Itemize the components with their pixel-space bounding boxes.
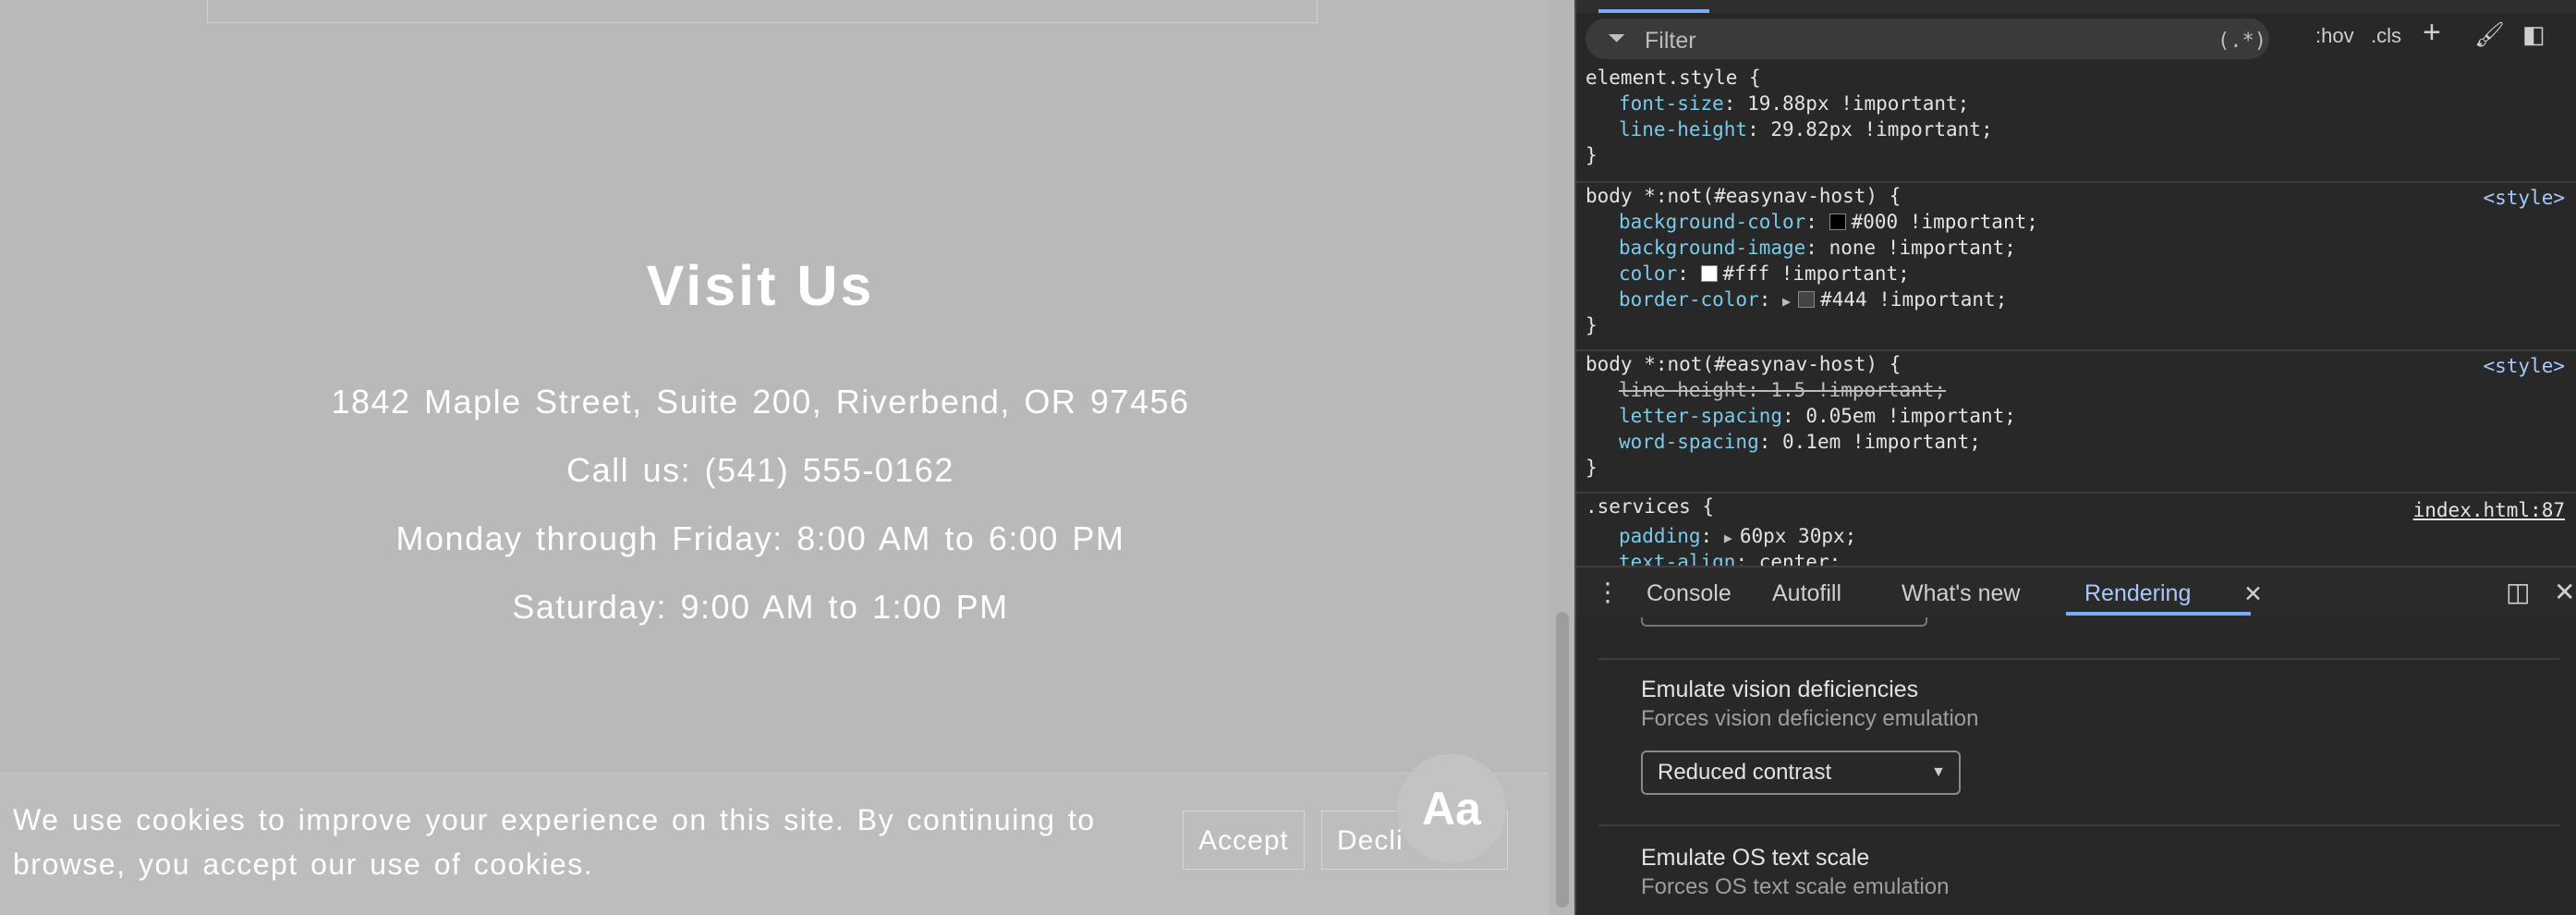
text-size-widget-button[interactable]: Aa	[1397, 754, 1506, 863]
rule-selector[interactable]: body *:not(#easynav-host) {	[1586, 353, 1901, 375]
property-value: 19.88px !important;	[1747, 92, 1970, 115]
property-name: color	[1619, 262, 1678, 285]
filter-icon: ⏷	[1608, 26, 1626, 51]
close-icon[interactable]: ✕	[2243, 580, 2263, 608]
divider	[1598, 658, 2559, 660]
property-name: letter-spacing	[1619, 405, 1783, 427]
divider	[1598, 824, 2559, 826]
declaration[interactable]: background-color: #000 !important;	[1619, 211, 2038, 233]
property-value: 0.1em !important;	[1782, 431, 1981, 453]
cookie-banner: We use cookies to improve your experienc…	[0, 773, 1549, 915]
weekday-hours-text: Monday through Friday: 8:00 AM to 6:00 P…	[395, 519, 1125, 557]
class-toggle[interactable]: .cls	[2371, 24, 2401, 48]
rule-selector[interactable]: body *:not(#easynav-host) {	[1586, 185, 1901, 207]
kebab-menu-icon[interactable]: ⋮	[1595, 577, 1621, 607]
rule-close-brace: }	[1586, 314, 1598, 336]
property-value: #444 !important;	[1820, 288, 2008, 311]
selected-value: Reduced contrast	[1658, 760, 1832, 785]
style-rule: .services { index.html:87 padding: ▶ 60px…	[1576, 494, 2576, 566]
property-name: background-color	[1619, 211, 1806, 233]
overridden-declaration[interactable]: line-height: 1.5 !important;	[1619, 379, 1946, 401]
rule-source-link[interactable]: <style>	[2483, 187, 2565, 209]
declaration[interactable]: text-align: center;	[1619, 551, 1841, 566]
visit-us-heading: Visit Us	[646, 254, 875, 317]
styles-filter-bar[interactable]: ⏷ Filter (.*)	[1586, 18, 2269, 59]
property-value: 1.5 !important;	[1770, 379, 1947, 401]
tab-autofill[interactable]: Autofill	[1772, 580, 1841, 607]
phone-text: Call us: (541) 555-0162	[566, 451, 954, 489]
active-tab-indicator	[2066, 612, 2251, 616]
property-name: line-height	[1619, 118, 1748, 140]
hover-state-toggle[interactable]: :hov	[2315, 24, 2354, 48]
devtools-panel: ⏷ Filter (.*) :hov .cls + 🖌 ◧ element.st…	[1574, 0, 2576, 915]
drawer-tab-bar: ⋮ Console Autofill What's new Rendering …	[1576, 566, 2576, 619]
property-value: 0.05em !important;	[1805, 405, 2016, 427]
address-text: 1842 Maple Street, Suite 200, Riverbend,…	[331, 383, 1190, 421]
tab-whats-new[interactable]: What's new	[1902, 580, 2020, 607]
style-rule: element.style { font-size: 19.88px !impo…	[1576, 63, 2576, 183]
paint-brush-icon[interactable]: 🖌	[2474, 20, 2505, 49]
color-swatch[interactable]	[1700, 265, 1718, 282]
page-scrollbar[interactable]	[1549, 0, 1574, 915]
declaration[interactable]: background-image: none !important;	[1619, 237, 2016, 259]
property-value: 29.82px !important;	[1770, 118, 1993, 140]
styles-tab-strip	[1576, 0, 2576, 13]
rule-close-brace: }	[1586, 144, 1598, 166]
accept-cookies-button[interactable]: Accept	[1183, 811, 1305, 870]
tab-console[interactable]: Console	[1646, 580, 1732, 607]
expand-triangle-icon[interactable]: ▶	[1724, 530, 1732, 546]
tab-rendering[interactable]: Rendering	[2084, 580, 2191, 607]
styles-filter-input[interactable]: Filter	[1645, 28, 1696, 55]
text-scale-description: Forces OS text scale emulation	[1641, 874, 1950, 899]
vision-deficiency-description: Forces vision deficiency emulation	[1641, 706, 1979, 731]
vision-deficiency-select[interactable]: Reduced contrast ▼	[1641, 750, 1961, 795]
active-tab-indicator	[1598, 9, 1709, 13]
rule-source-link[interactable]: <style>	[2483, 355, 2565, 377]
property-name: font-size	[1619, 92, 1724, 115]
content-card-edge	[207, 0, 1318, 23]
rule-selector[interactable]: .services {	[1586, 495, 1714, 518]
rule-close-brace: }	[1586, 457, 1598, 479]
dock-side-icon[interactable]: ◫	[2506, 577, 2530, 607]
property-value: center;	[1758, 551, 1841, 566]
property-value: 60px 30px;	[1739, 525, 1857, 547]
saturday-hours-text: Saturday: 9:00 AM to 1:00 PM	[512, 588, 1009, 626]
color-swatch[interactable]	[1798, 291, 1816, 308]
sidebar-toggle-icon[interactable]: ◧	[2522, 20, 2546, 49]
declaration[interactable]: letter-spacing: 0.05em !important;	[1619, 405, 2016, 427]
rendering-panel: Emulate vision deficiencies Forces visio…	[1576, 617, 2576, 915]
text-scale-title: Emulate OS text scale	[1641, 845, 1870, 871]
rule-selector[interactable]: element.style {	[1586, 67, 1761, 89]
rule-source-link[interactable]: index.html:87	[2413, 499, 2565, 521]
style-rule: body *:not(#easynav-host) { <style> back…	[1576, 183, 2576, 351]
color-swatch[interactable]	[1829, 214, 1846, 230]
property-name: word-spacing	[1619, 431, 1759, 453]
declaration[interactable]: word-spacing: 0.1em !important;	[1619, 431, 1981, 453]
style-rule: body *:not(#easynav-host) { <style> line…	[1576, 351, 2576, 494]
property-name: background-image	[1619, 237, 1806, 259]
cookie-message: We use cookies to improve your experienc…	[13, 803, 1096, 881]
chevron-down-icon: ▼	[1931, 764, 1946, 780]
property-name: text-align	[1619, 551, 1736, 566]
page-viewport: Visit Us 1842 Maple Street, Suite 200, R…	[0, 0, 1574, 915]
vision-deficiency-title: Emulate vision deficiencies	[1641, 677, 1919, 702]
plus-icon[interactable]: +	[2423, 15, 2441, 51]
property-name: line-height	[1619, 379, 1748, 401]
property-name: border-color	[1619, 288, 1759, 311]
page-scrollbar-thumb[interactable]	[1556, 612, 1569, 908]
regex-toggle[interactable]: (.*)	[2218, 30, 2266, 53]
declaration[interactable]: font-size: 19.88px !important;	[1619, 92, 1969, 115]
declaration[interactable]: border-color: ▶ #444 !important;	[1619, 288, 2007, 311]
declaration[interactable]: padding: ▶ 60px 30px;	[1619, 525, 1856, 547]
property-value: #fff !important;	[1722, 262, 1910, 285]
previous-option-select[interactable]	[1641, 617, 1927, 627]
property-value: #000 !important;	[1851, 211, 2038, 233]
property-value: none !important;	[1829, 237, 2016, 259]
property-name: padding	[1619, 525, 1701, 547]
declaration[interactable]: line-height: 29.82px !important;	[1619, 118, 1993, 140]
close-icon[interactable]: ✕	[2554, 577, 2575, 607]
expand-triangle-icon[interactable]: ▶	[1782, 293, 1791, 310]
declaration[interactable]: color: #fff !important;	[1619, 262, 1910, 285]
